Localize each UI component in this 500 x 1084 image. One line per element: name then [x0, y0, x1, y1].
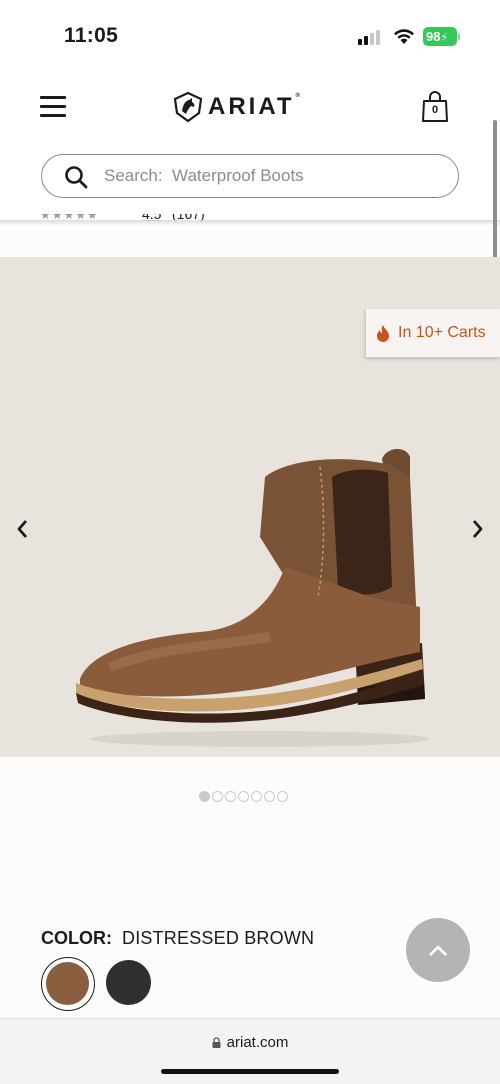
wifi-icon — [394, 29, 414, 44]
in-carts-text: In 10+ Carts — [398, 324, 486, 341]
cart-count-badge: 0 — [431, 104, 439, 116]
carousel-dot[interactable] — [251, 791, 262, 802]
hamburger-icon-line — [40, 105, 66, 108]
carousel-dot[interactable] — [238, 791, 249, 802]
home-indicator — [161, 1069, 339, 1074]
carousel-dot[interactable] — [264, 791, 275, 802]
color-selection: COLOR: DISTRESSED BROWN — [41, 928, 314, 949]
header-divider — [0, 220, 500, 226]
previous-image-button[interactable] — [10, 512, 34, 546]
battery-indicator: 98⚡ — [423, 27, 457, 46]
product-image-gallery[interactable]: In 10+ Carts — [0, 257, 500, 757]
carousel-dot[interactable] — [225, 791, 236, 802]
fire-icon — [377, 324, 389, 342]
search-icon — [65, 166, 88, 189]
menu-button[interactable] — [40, 96, 68, 118]
carousel-dot[interactable] — [199, 791, 210, 802]
battery-cap — [458, 33, 460, 40]
color-swatch-distressed-brown[interactable] — [41, 957, 95, 1011]
carousel-dot[interactable] — [277, 791, 288, 802]
color-label: COLOR: — [41, 928, 112, 948]
search-input[interactable] — [104, 161, 444, 191]
carousel-pagination — [199, 791, 288, 802]
battery-level: 98 — [426, 29, 441, 44]
chevron-right-icon — [472, 520, 483, 538]
swatch-fill — [46, 962, 89, 1005]
chevron-left-icon — [17, 520, 28, 538]
charging-icon: ⚡ — [440, 32, 449, 44]
status-bar: 11:05 98⚡ — [0, 0, 500, 70]
signal-icon — [358, 29, 384, 45]
product-image-chelsea-boot — [76, 448, 430, 747]
trademark-symbol: ® — [295, 93, 303, 99]
lock-icon — [212, 1037, 221, 1048]
brand-logo[interactable]: ARIAT® — [172, 90, 303, 124]
ariat-horse-logo-icon — [173, 91, 203, 123]
carousel-dot[interactable] — [212, 791, 223, 802]
hamburger-icon-line — [40, 96, 66, 99]
site-header: ARIAT® 0 — [0, 70, 500, 220]
back-to-top-button[interactable] — [406, 918, 470, 982]
url-text: ariat.com — [226, 1034, 289, 1051]
next-image-button[interactable] — [466, 512, 490, 546]
url-display[interactable]: ariat.com — [0, 1034, 500, 1051]
cart-button[interactable]: 0 — [420, 90, 450, 124]
status-time: 11:05 — [64, 24, 119, 47]
brand-name: ARIAT® — [208, 93, 303, 120]
browser-address-bar[interactable]: ariat.com — [0, 1018, 500, 1084]
search-bar[interactable] — [41, 154, 459, 198]
in-carts-badge: In 10+ Carts — [366, 309, 500, 357]
selected-color-name: DISTRESSED BROWN — [122, 928, 315, 948]
color-swatch-black[interactable] — [106, 960, 151, 1005]
scrollbar[interactable] — [493, 120, 497, 262]
hamburger-icon-line — [40, 114, 66, 117]
chevron-up-icon — [429, 945, 447, 956]
